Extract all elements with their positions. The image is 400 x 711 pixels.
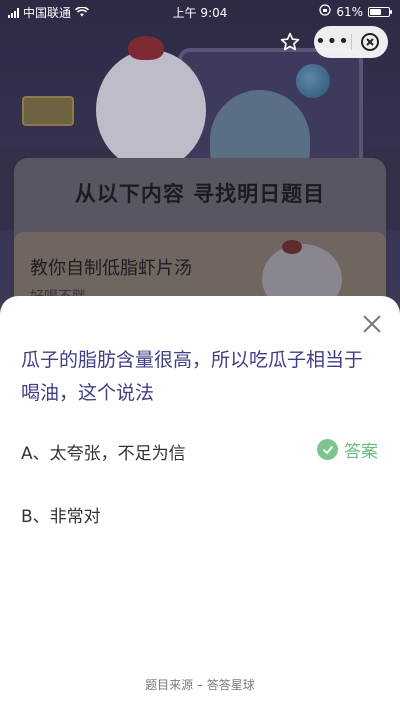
check-circle-icon xyxy=(317,439,338,460)
answer-label: 答案 xyxy=(344,442,378,462)
menu-capsule: ••• xyxy=(314,26,388,58)
question-sheet: 瓜子的脂肪含量很高，所以吃瓜子相当于喝油，这个说法 A、太夸张，不足为信 答案 … xyxy=(0,296,400,711)
option-label: B、非常对 xyxy=(21,506,101,527)
option-label: A、太夸张，不足为信 xyxy=(21,443,186,464)
exit-icon[interactable] xyxy=(352,26,388,58)
favorite-star-icon[interactable] xyxy=(276,28,304,56)
answer-badge: 答案 xyxy=(317,437,378,462)
chef-chicken-comb xyxy=(282,240,302,254)
question-text: 瓜子的脂肪含量很高，所以吃瓜子相当于喝油，这个说法 xyxy=(21,349,364,404)
more-icon[interactable]: ••• xyxy=(314,26,351,58)
option-b[interactable]: B、非常对 xyxy=(21,499,381,529)
card-title: 从以下内容 寻找明日题目 xyxy=(74,182,326,206)
source-footer: 题目来源 – 答答星球 xyxy=(145,678,255,692)
orientation-lock-icon xyxy=(319,4,331,19)
status-bar: 中国联通 上午 9:04 61% xyxy=(0,0,400,22)
battery-percent: 61% xyxy=(336,4,363,19)
battery-icon xyxy=(368,6,392,17)
award-badge-icon xyxy=(22,96,74,126)
miniprogram-capsule: ••• xyxy=(270,26,390,58)
chicken-mascot xyxy=(96,50,206,170)
close-icon[interactable] xyxy=(362,314,382,334)
chicken-comb xyxy=(128,36,164,60)
article-title: 教你自制低脂虾片汤 xyxy=(30,258,192,279)
planet-icon xyxy=(296,64,330,98)
